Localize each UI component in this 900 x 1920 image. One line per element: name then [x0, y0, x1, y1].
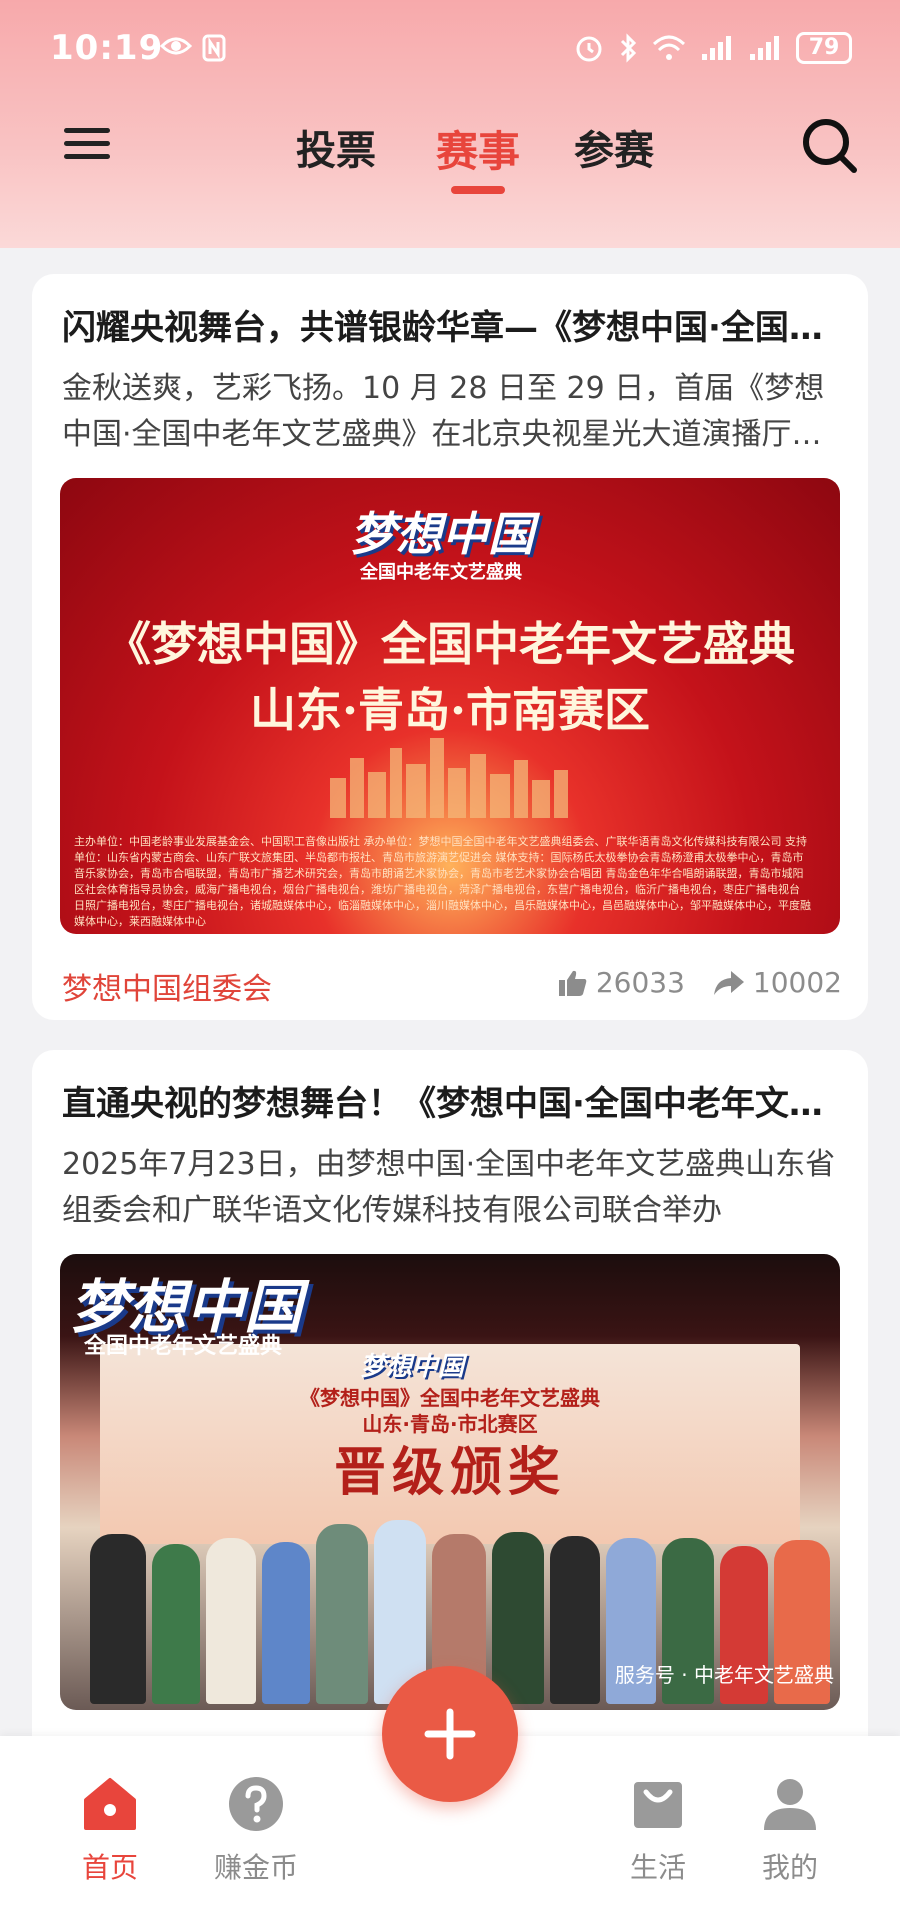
tab-events-label: 赛事 [436, 127, 521, 176]
card-summary: 金秋送爽，艺彩飞扬。10 月 28 日至 29 日，首届《梦想中国·全国中老年文… [62, 371, 825, 452]
poster-title: 《梦想中国》全国中老年文艺盛典 [105, 617, 795, 671]
share-icon [713, 970, 744, 995]
search-icon[interactable] [800, 116, 860, 176]
card-image[interactable]: 梦想中国 全国中老年文艺盛典 《梦想中国》全国中老年文艺盛典 山东·青岛·市南赛… [60, 478, 840, 934]
nav-earn-coins[interactable]: 赚金币 [196, 1774, 316, 1886]
feed-card[interactable]: 闪耀央视舞台，共谱银龄华章—《梦想中国·全国中老年文艺盛典》 金秋送爽，艺彩飞扬… [32, 274, 868, 1020]
status-bar: 10:19 79 [0, 0, 900, 100]
card-footer: 梦想中国组委会 26033 10002 [62, 964, 842, 1008]
poster-logo-sub: 全国中老年文艺盛典 [360, 562, 522, 583]
card-title[interactable]: 直通央视的梦想舞台！《梦想中国·全国中老年文艺盛典》 [62, 1076, 842, 1125]
top-tabs: 投票 赛事 参赛 [0, 108, 900, 198]
share-stat[interactable]: 10002 [713, 966, 842, 999]
nav-home-label: 首页 [81, 1851, 138, 1884]
battery-indicator: 79 [796, 32, 852, 64]
coin-question-icon [229, 1777, 283, 1831]
photo-logo-sub: 全国中老年文艺盛典 [84, 1334, 283, 1359]
status-right-icons: 79 [574, 32, 852, 64]
banner-award: 晋级颁奖 [333, 1442, 566, 1503]
tab-active-indicator [451, 186, 505, 194]
banner-title: 《梦想中国》全国中老年文艺盛典 [300, 1386, 600, 1410]
card-image[interactable]: 梦想中国 全国中老年文艺盛典 梦想中国 《梦想中国》全国中老年文艺盛典 山东·青… [60, 1254, 840, 1710]
shopping-bag-icon [634, 1782, 682, 1828]
create-post-button[interactable] [382, 1666, 518, 1802]
bluetooth-icon [620, 33, 637, 63]
tab-vote[interactable]: 投票 [296, 118, 376, 176]
card-title[interactable]: 闪耀央视舞台，共谱银龄华章—《梦想中国·全国中老年文艺盛典》 [62, 300, 842, 349]
tab-events[interactable]: 赛事 [436, 118, 521, 194]
wifi-icon [652, 35, 686, 60]
status-time: 10:19 [50, 28, 164, 68]
card-author[interactable]: 梦想中国组委会 [62, 964, 272, 1008]
share-count: 10002 [752, 966, 842, 999]
like-count: 26033 [595, 966, 685, 999]
nav-profile-label: 我的 [761, 1851, 818, 1884]
top-header: 10:19 79 投票 赛事 参赛 [0, 0, 900, 248]
like-stat[interactable]: 26033 [558, 966, 685, 999]
profile-icon [764, 1779, 816, 1830]
thumbs-up-icon [558, 970, 587, 996]
alarm-icon [576, 36, 602, 62]
nav-life[interactable]: 生活 [598, 1774, 718, 1886]
nfc-icon [202, 34, 226, 62]
eye-icon [160, 37, 192, 55]
status-left-icons [160, 34, 226, 62]
signal-icon [702, 36, 731, 60]
card-summary: 2025年7月23日，由梦想中国·全国中老年文艺盛典山东省组委会和广联华语文化传… [62, 1147, 836, 1228]
event-poster: 梦想中国 全国中老年文艺盛典 《梦想中国》全国中老年文艺盛典 山东·青岛·市南赛… [60, 478, 840, 934]
plus-icon [424, 1708, 476, 1760]
nav-earn-coins-label: 赚金币 [213, 1851, 298, 1884]
event-photo: 梦想中国 全国中老年文艺盛典 梦想中国 《梦想中国》全国中老年文艺盛典 山东·青… [60, 1254, 840, 1710]
nav-home[interactable]: 首页 [50, 1774, 170, 1886]
tab-join[interactable]: 参赛 [574, 118, 654, 176]
poster-logo: 梦想中国 [350, 507, 534, 561]
signal-icon-2 [750, 36, 779, 60]
banner-logo: 梦想中国 [360, 1352, 465, 1382]
home-icon [84, 1778, 136, 1830]
feed-card[interactable]: 直通央视的梦想舞台！《梦想中国·全国中老年文艺盛典》 2025年7月23日，由梦… [32, 1050, 868, 1770]
nav-profile[interactable]: 我的 [730, 1774, 850, 1886]
nav-life-label: 生活 [629, 1851, 686, 1884]
city-skyline-graphic [330, 738, 568, 818]
card-stats: 26033 10002 [540, 966, 842, 999]
photo-watermark: 服务号 · 中老年文艺盛典 [614, 1663, 834, 1687]
poster-fine-print: 主办单位：中国老龄事业发展基金会、中国职工音像出版社 承办单位：梦想中国全国中老… [74, 835, 811, 928]
